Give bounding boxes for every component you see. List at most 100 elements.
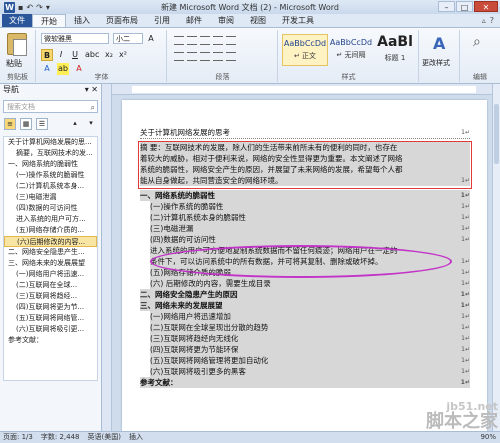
tab-references[interactable]: 引用 <box>146 14 178 27</box>
style-heading1-name: 标题 1 <box>384 54 406 62</box>
paragraph-mark: 1↵ <box>461 280 470 287</box>
tab-review[interactable]: 审阅 <box>210 14 242 27</box>
nav-heading-item[interactable]: (一)网络用户将迅速... <box>4 269 97 280</box>
close-button[interactable]: ✕ <box>474 1 498 12</box>
tab-view[interactable]: 视图 <box>242 14 274 27</box>
nav-heading-item[interactable]: (四)数据的可访问性 <box>4 203 97 214</box>
nav-search-input[interactable]: 搜索文档 ⌕ <box>3 100 98 113</box>
nav-heading-item[interactable]: (二)计算机系统本身... <box>4 181 97 192</box>
underline-button[interactable]: U <box>69 49 81 61</box>
document-line[interactable]: (三)电磁泄漏 1↵ <box>150 223 470 234</box>
nav-next-icon[interactable]: ▾ <box>85 118 97 130</box>
grow-font-icon[interactable]: A <box>145 33 157 45</box>
nav-heading-item[interactable]: 关于计算机网络发展的思... <box>4 137 97 148</box>
tab-file[interactable]: 文件 <box>2 14 32 27</box>
line-text: (二)互联网在全球呈现出分散的趋势 <box>150 323 269 332</box>
document-line[interactable]: (一)操作系统的脆弱性 1↵ <box>150 201 470 212</box>
subscript-icon[interactable]: x₂ <box>103 49 115 61</box>
horizontal-ruler[interactable] <box>112 84 492 95</box>
nav-search-placeholder: 搜索文档 <box>7 103 35 111</box>
search-icon[interactable]: ⌕ <box>91 102 95 114</box>
headings-view-icon[interactable]: ≡ <box>4 118 16 130</box>
status-words[interactable]: 字数: 2,448 <box>41 432 80 443</box>
document-line[interactable]: 二、网络安全隐患产生的原因 1↵ <box>140 289 470 300</box>
font-name-select[interactable]: 微软雅黑 <box>41 33 109 44</box>
strikethrough-icon[interactable]: abc <box>85 49 99 61</box>
align-buttons[interactable] <box>174 52 236 61</box>
italic-button[interactable]: I <box>55 49 67 61</box>
document-line[interactable]: (四)数据的可访问性 1↵ <box>150 234 470 245</box>
nav-heading-item[interactable]: (六)后期修改的内容... <box>4 236 97 247</box>
nav-heading-item[interactable]: (五)网络存储介质的... <box>4 225 97 236</box>
paragraph-mark: 1↵ <box>461 203 470 210</box>
nav-heading-item[interactable]: 摘要，互联网技术的发... <box>4 148 97 159</box>
zoom-level[interactable]: 90% <box>480 432 500 443</box>
nav-heading-item[interactable]: (三)电磁泄漏 <box>4 192 97 203</box>
nav-heading-item[interactable]: (三)互联网将趋经... <box>4 291 97 302</box>
tab-home[interactable]: 开始 <box>32 14 66 27</box>
ribbon-minimize-icon[interactable]: ▵ <box>482 14 486 27</box>
change-styles-icon[interactable]: A <box>433 34 445 53</box>
status-mode[interactable]: 插入 <box>129 432 143 443</box>
style-normal[interactable]: AaBbCcDd ↵ 正文 <box>282 34 328 66</box>
nav-close-icon[interactable]: ▾ ✕ <box>85 84 101 96</box>
vertical-scrollbar[interactable] <box>492 84 500 431</box>
paragraph-mark: 1↵ <box>460 379 470 386</box>
paste-button[interactable]: 粘贴 <box>6 58 22 69</box>
document-line[interactable]: 关于计算机网络发展的思考 1↵ <box>140 127 470 139</box>
change-styles-button[interactable]: 更改样式 <box>422 58 450 68</box>
style-normal-name: ↵ 正文 <box>293 52 317 60</box>
nav-heading-item[interactable]: 进入系统的用户可方... <box>4 214 97 225</box>
nav-heading-item[interactable]: (六)互联网将吸引更... <box>4 324 97 335</box>
style-no-spacing[interactable]: AaBbCcDd ↵ 无间隔 <box>328 34 374 66</box>
paragraph-mark: 1↵ <box>461 335 470 342</box>
document-line[interactable]: (二)计算机系统本身的脆弱性 1↵ <box>150 212 470 223</box>
scroll-thumb[interactable] <box>494 104 499 164</box>
paragraph-mark: 1↵ <box>460 291 470 298</box>
maximize-button[interactable]: □ <box>456 1 473 12</box>
document-line[interactable]: (六) 后期修改的内容，需要生成目录 1↵ <box>150 278 470 289</box>
document-line[interactable]: (一)网络用户将迅速增加 1↵ <box>150 311 470 322</box>
minimize-button[interactable]: – <box>438 1 455 12</box>
document-line[interactable]: (五)互联网将网络管理将更加自动化 1↵ <box>150 355 470 366</box>
nav-heading-item[interactable]: 二、网络安全隐患产生... <box>4 247 97 258</box>
document-line[interactable]: 一、网络系统的脆弱性 1↵ <box>140 190 470 201</box>
nav-heading-item[interactable]: 三、网络未来的发展展望 <box>4 258 97 269</box>
superscript-icon[interactable]: x² <box>117 49 129 61</box>
document-line[interactable]: (二)互联网在全球呈现出分散的趋势 1↵ <box>150 322 470 333</box>
document-line[interactable]: (四)互联网将更为节能环保 1↵ <box>150 344 470 355</box>
paragraph-mark: 1↵ <box>460 302 470 309</box>
style-heading1[interactable]: AaBl 标题 1 <box>372 34 418 66</box>
nav-heading-item[interactable]: (五)互联网将网络管... <box>4 313 97 324</box>
font-size-select[interactable]: 小二 <box>113 33 143 44</box>
tab-insert[interactable]: 插入 <box>66 14 98 27</box>
status-page[interactable]: 页面: 1/3 <box>3 432 33 443</box>
nav-heading-item[interactable]: 一、网络系统的脆弱性 <box>4 159 97 170</box>
document-line[interactable]: (六)互联网将吸引更多的黑客 1↵ <box>150 366 470 377</box>
line-text: 三、网络未来的发展展望 <box>140 301 223 310</box>
results-view-icon[interactable]: ☰ <box>36 118 48 130</box>
paste-icon[interactable] <box>7 33 27 56</box>
line-text: 参考文献： <box>140 378 178 387</box>
edit-group-label[interactable]: 编辑 <box>461 72 499 82</box>
nav-heading-item[interactable]: 参考文献： <box>4 335 97 346</box>
tab-developer[interactable]: 开发工具 <box>274 14 322 27</box>
list-buttons[interactable] <box>174 36 236 45</box>
bold-button[interactable]: B <box>41 49 53 61</box>
help-icon[interactable]: ? <box>490 14 494 27</box>
document-line[interactable]: 三、网络未来的发展展望 1↵ <box>140 300 470 311</box>
document-line[interactable]: (三)互联网将趋经向无线化 1↵ <box>150 333 470 344</box>
line-text: (四)数据的可访问性 <box>150 235 216 244</box>
nav-heading-item[interactable]: (二)互联网在全球... <box>4 280 97 291</box>
find-icon[interactable]: ⌕ <box>473 34 481 50</box>
status-lang[interactable]: 英语(美国) <box>87 432 120 443</box>
tab-page-layout[interactable]: 页面布局 <box>98 14 146 27</box>
nav-prev-icon[interactable]: ▴ <box>69 118 81 130</box>
line-text: (三)电磁泄漏 <box>150 224 194 233</box>
nav-heading-item[interactable]: (一)操作系统的脆弱性 <box>4 170 97 181</box>
tab-mailings[interactable]: 邮件 <box>178 14 210 27</box>
paragraph-mark: 1↵ <box>461 258 470 265</box>
nav-heading-item[interactable]: (四)互联网将更为节... <box>4 302 97 313</box>
document-line[interactable]: 参考文献： 1↵ <box>140 377 470 388</box>
pages-view-icon[interactable]: ▦ <box>20 118 32 130</box>
